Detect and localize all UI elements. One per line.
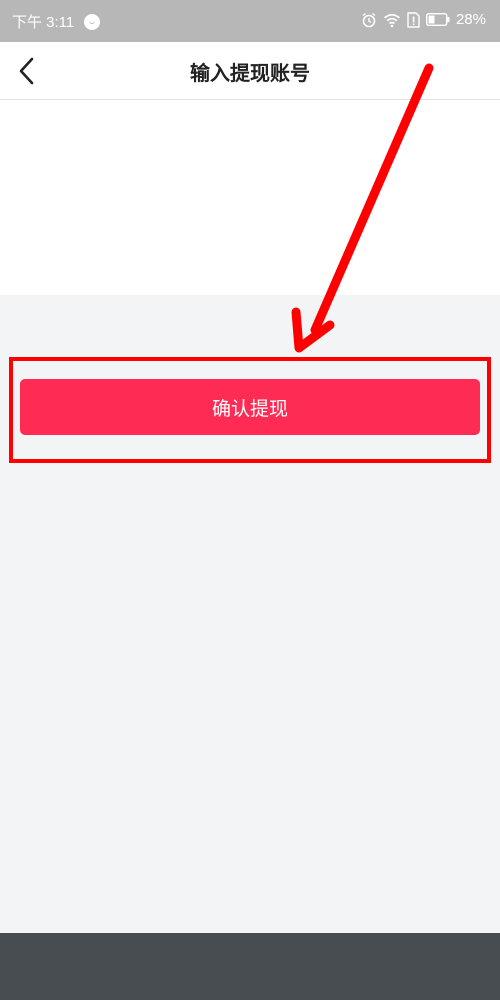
- do-not-disturb-icon: [84, 13, 101, 30]
- account-input-panel[interactable]: [0, 100, 500, 295]
- confirm-withdraw-button[interactable]: 确认提现: [20, 379, 480, 435]
- alarm-icon: [361, 12, 377, 28]
- battery-level: 28%: [455, 11, 486, 28]
- battery-icon: [425, 13, 450, 26]
- status-time: 下午 3:11: [12, 14, 75, 31]
- status-right: 28%: [361, 11, 486, 28]
- status-bar: 下午 3:11 28%: [0, 0, 500, 42]
- page-title: 输入提现账号: [190, 61, 310, 85]
- bottom-bar: [0, 933, 500, 1000]
- sim-alert-icon: [407, 11, 420, 28]
- status-left: 下午 3:11: [12, 11, 101, 32]
- header-bar: 输入提现账号: [0, 42, 500, 100]
- wifi-icon: [383, 12, 401, 28]
